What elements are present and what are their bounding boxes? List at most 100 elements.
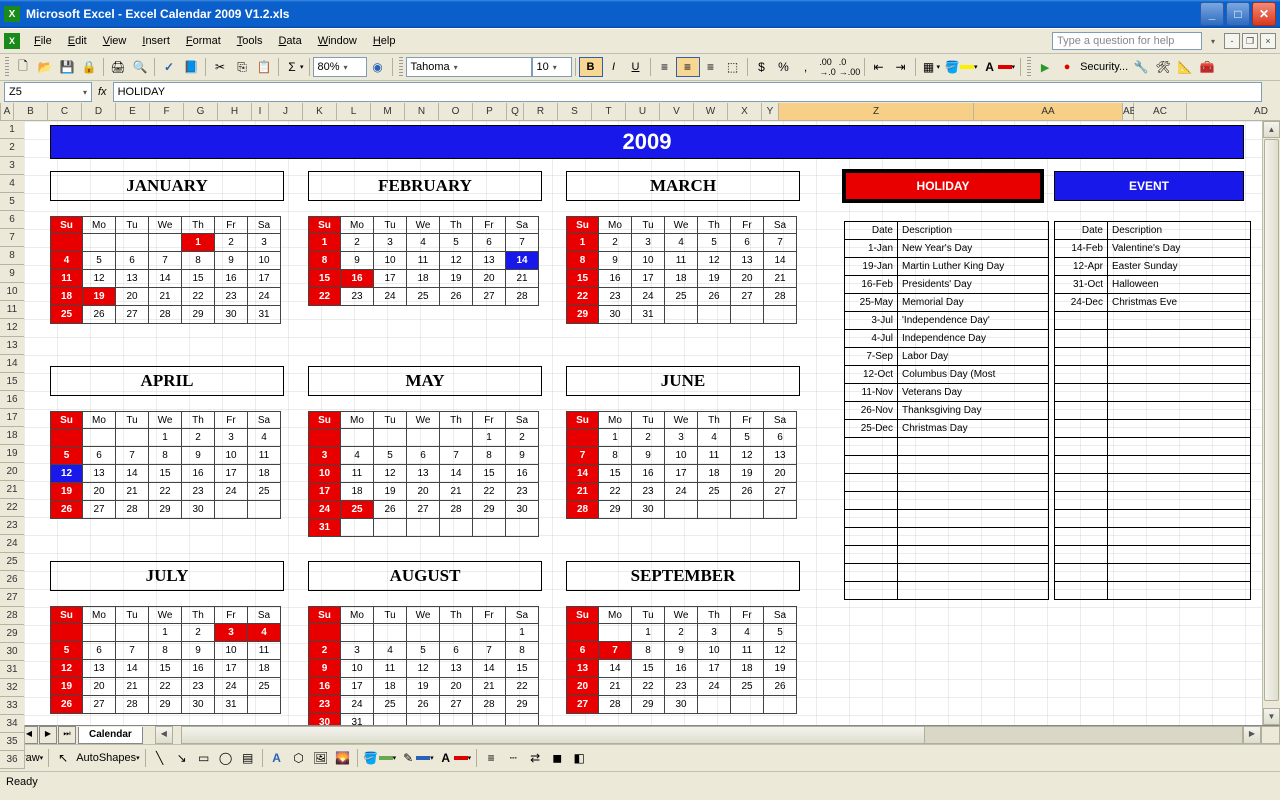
menu-view[interactable]: View <box>95 33 135 49</box>
calendar-day[interactable]: 30 <box>665 696 698 714</box>
calendar-day[interactable]: 11 <box>248 447 281 465</box>
underline-button[interactable]: U <box>625 57 647 77</box>
calendar-day[interactable]: 17 <box>215 660 248 678</box>
help-dropdown-icon[interactable]: ▾ <box>1202 31 1224 51</box>
column-header[interactable]: V <box>660 103 694 121</box>
excel-icon[interactable]: X <box>4 33 20 49</box>
calendar-day[interactable]: 14 <box>116 660 149 678</box>
calendar-day[interactable]: 22 <box>566 288 599 306</box>
scroll-down-arrow[interactable]: ▼ <box>1263 708 1280 725</box>
zoom-combo[interactable]: 80%▾ <box>313 57 367 77</box>
row-header[interactable]: 16 <box>0 391 25 409</box>
column-header[interactable]: J <box>269 103 303 121</box>
calendar-day[interactable]: 7 <box>116 447 149 465</box>
calendar-day[interactable]: 29 <box>599 501 632 519</box>
date-cell[interactable] <box>1055 564 1108 582</box>
calendar-day[interactable]: 4 <box>341 447 374 465</box>
calendar-day[interactable]: 17 <box>632 270 665 288</box>
calendar-day[interactable]: 7 <box>764 234 797 252</box>
horizontal-scrollbar[interactable] <box>181 726 1243 744</box>
calendar-day[interactable]: 21 <box>440 483 473 501</box>
calendar-day[interactable]: 19 <box>698 270 731 288</box>
comma-button[interactable]: , <box>795 57 817 77</box>
calendar-day[interactable]: 25 <box>374 696 407 714</box>
calendar-day[interactable]: 18 <box>374 678 407 696</box>
picture-button[interactable]: 🌄 <box>332 748 354 768</box>
calendar-day[interactable] <box>473 714 506 725</box>
column-header[interactable]: AA <box>974 103 1123 121</box>
hscroll-thumb[interactable] <box>182 727 925 743</box>
row-header[interactable]: 6 <box>0 211 25 229</box>
calendar-day[interactable]: 12 <box>764 642 797 660</box>
font-size-combo[interactable]: 10▾ <box>532 57 572 77</box>
desc-cell[interactable] <box>1108 582 1251 600</box>
calendar-day[interactable]: 18 <box>341 483 374 501</box>
calendar-day[interactable]: 26 <box>698 288 731 306</box>
fill-color-draw-button[interactable]: 🪣▾ <box>361 748 399 768</box>
calendar-day[interactable]: 15 <box>308 270 341 288</box>
toolbar-grip[interactable] <box>5 57 9 77</box>
spelling-button[interactable]: ✓ <box>158 57 180 77</box>
calendar-day[interactable] <box>764 501 797 519</box>
tab-last-button[interactable]: ⏭ <box>58 726 76 744</box>
shadow-button[interactable]: ◼ <box>546 748 568 768</box>
fill-color-button[interactable]: 🪣▾ <box>942 57 980 77</box>
toolbar-grip[interactable] <box>1027 57 1031 77</box>
desc-cell[interactable] <box>1108 456 1251 474</box>
calendar-day[interactable]: 7 <box>116 642 149 660</box>
desc-cell[interactable] <box>1108 330 1251 348</box>
calendar-day[interactable]: 14 <box>599 660 632 678</box>
column-header[interactable]: Z <box>779 103 974 121</box>
column-header[interactable]: P <box>473 103 507 121</box>
holiday-header[interactable]: HOLIDAY <box>844 171 1042 201</box>
calendar-day[interactable]: 26 <box>374 501 407 519</box>
calendar-day[interactable] <box>374 714 407 725</box>
calendar-day[interactable]: 3 <box>215 429 248 447</box>
calendar-day[interactable]: 9 <box>632 447 665 465</box>
row-header[interactable]: 27 <box>0 589 25 607</box>
row-header[interactable]: 25 <box>0 553 25 571</box>
calendar-day[interactable]: 28 <box>764 288 797 306</box>
calendar-day[interactable]: 17 <box>308 483 341 501</box>
calendar-day[interactable]: 8 <box>308 252 341 270</box>
calendar-day[interactable]: 3 <box>698 624 731 642</box>
calendar-day[interactable]: 31 <box>308 519 341 537</box>
calendar-day[interactable]: 15 <box>473 465 506 483</box>
date-cell[interactable] <box>1055 582 1108 600</box>
calendar-day[interactable]: 24 <box>215 678 248 696</box>
help-button[interactable]: ◉ <box>367 57 389 77</box>
calendar-day[interactable]: 16 <box>308 678 341 696</box>
calendar-day[interactable]: 9 <box>308 660 341 678</box>
calendar-day[interactable]: 14 <box>440 465 473 483</box>
calendar-day[interactable]: 23 <box>665 678 698 696</box>
oval-button[interactable]: ◯ <box>215 748 237 768</box>
calendar-day[interactable]: 2 <box>182 429 215 447</box>
calendar-day[interactable] <box>473 624 506 642</box>
calendar-day[interactable]: 9 <box>599 252 632 270</box>
calendar-day[interactable]: 17 <box>374 270 407 288</box>
calendar-day[interactable]: 31 <box>215 696 248 714</box>
fx-icon[interactable]: fx <box>98 86 107 98</box>
calendar-day[interactable]: 13 <box>731 252 764 270</box>
calendar-day[interactable]: 13 <box>764 447 797 465</box>
calendar-day[interactable]: 21 <box>473 678 506 696</box>
calendar-day[interactable]: 12 <box>731 447 764 465</box>
calendar-day[interactable]: 22 <box>473 483 506 501</box>
date-cell[interactable]: 25-Dec <box>845 420 898 438</box>
calendar-day[interactable]: 4 <box>407 234 440 252</box>
security-button[interactable]: Security... <box>1078 57 1130 77</box>
column-header[interactable]: B <box>14 103 48 121</box>
calendar-day[interactable]: 13 <box>440 660 473 678</box>
desc-cell[interactable] <box>1108 438 1251 456</box>
calendar-day[interactable]: 6 <box>116 252 149 270</box>
menu-format[interactable]: Format <box>178 33 229 49</box>
date-cell[interactable]: 12-Apr <box>1055 258 1108 276</box>
calendar-day[interactable]: 3 <box>215 624 248 642</box>
calendar-day[interactable]: 27 <box>566 696 599 714</box>
menu-edit[interactable]: Edit <box>60 33 95 49</box>
calendar-day[interactable] <box>566 624 599 642</box>
calendar-day[interactable]: 15 <box>149 660 182 678</box>
calendar-day[interactable] <box>506 519 539 537</box>
column-header[interactable]: AC <box>1134 103 1187 121</box>
column-header[interactable]: X <box>728 103 762 121</box>
